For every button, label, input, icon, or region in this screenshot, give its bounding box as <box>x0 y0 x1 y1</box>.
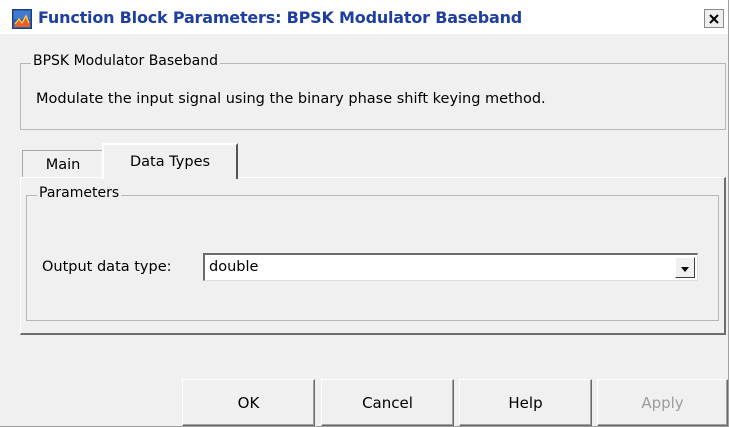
title-bar[interactable]: Function Block Parameters: BPSK Modulato… <box>0 0 728 34</box>
simulink-block-icon <box>12 9 32 29</box>
dropdown-button[interactable] <box>675 257 695 278</box>
help-button-label: Help <box>508 393 543 412</box>
output-data-type-select[interactable]: double <box>203 253 698 281</box>
window-title: Function Block Parameters: BPSK Modulato… <box>38 8 523 27</box>
close-button[interactable] <box>704 9 724 28</box>
apply-button-label: Apply <box>641 393 684 412</box>
parameters-group-label: Parameters <box>37 185 122 201</box>
block-group-label: BPSK Modulator Baseband <box>31 53 221 69</box>
ok-button-label: OK <box>237 393 260 412</box>
tab-main-label: Main <box>45 157 81 173</box>
block-description: Modulate the input signal using the bina… <box>36 91 546 107</box>
tab-data-types-label: Data Types <box>129 154 211 170</box>
tab-data-types[interactable]: Data Types <box>102 143 238 179</box>
ok-button[interactable]: OK <box>182 379 315 426</box>
output-data-type-value: double <box>209 259 259 275</box>
apply-button: Apply <box>597 379 728 426</box>
dialog-window: Function Block Parameters: BPSK Modulato… <box>0 0 729 427</box>
chevron-down-icon <box>680 258 690 277</box>
tab-main[interactable]: Main <box>22 150 104 178</box>
close-icon <box>709 9 719 28</box>
cancel-button-label: Cancel <box>362 393 413 412</box>
cancel-button[interactable]: Cancel <box>321 379 454 426</box>
help-button[interactable]: Help <box>459 379 592 426</box>
output-data-type-label: Output data type: <box>42 259 172 275</box>
